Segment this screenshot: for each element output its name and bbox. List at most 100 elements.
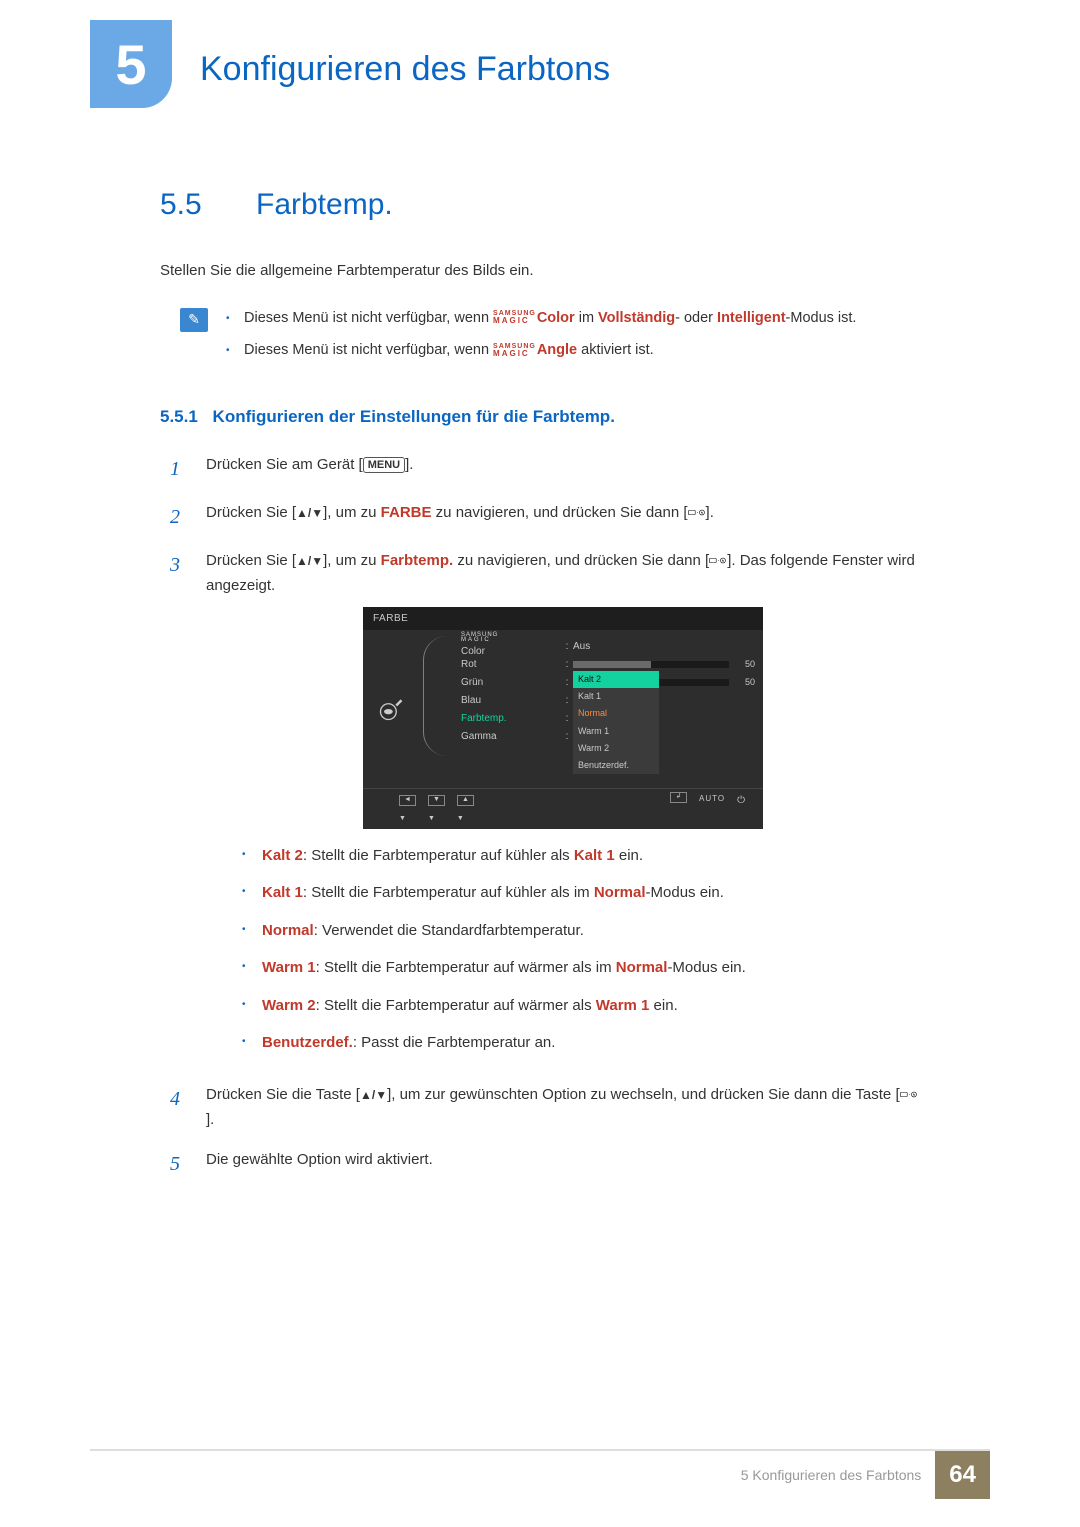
text: : Stellt die Farbtemperatur auf kühler a… <box>303 847 574 864</box>
intro-text: Stellen Sie die allgemeine Farbtemperatu… <box>160 258 920 284</box>
text: Farbtemp. <box>461 710 561 727</box>
step-4: 4 Drücken Sie die Taste [▲/▼], um zur ge… <box>170 1082 920 1133</box>
text: Dieses Menü ist nicht verfügbar, wenn <box>244 310 493 326</box>
subsection-title: Konfigurieren der Einstellungen für die … <box>213 407 615 426</box>
term: Kalt 2 <box>262 847 303 864</box>
mode-word: Vollständig <box>598 310 675 326</box>
text: Grün <box>461 674 561 691</box>
step-number: 3 <box>170 548 188 1068</box>
step-number: 1 <box>170 452 188 486</box>
chapter-number-tab: 5 <box>90 20 172 108</box>
osd-dropdown-item: Benutzerdef. <box>573 757 659 774</box>
osd-dropdown-item: Kalt 1 <box>573 688 659 705</box>
text: ein. <box>649 997 677 1014</box>
section-title: Farbtemp. <box>256 188 393 222</box>
osd-title: FARBE <box>363 607 763 630</box>
text: : Stellt die Farbtemperatur auf kühler a… <box>303 884 594 901</box>
up-down-arrows-icon: ▲/▼ <box>296 506 323 520</box>
osd-slider <box>573 661 729 668</box>
osd-value: 50 <box>735 675 755 690</box>
step-5: 5 Die gewählte Option wird aktiviert. <box>170 1147 920 1181</box>
osd-dropdown-item: Warm 2 <box>573 740 659 757</box>
menu-button-icon: MENU <box>363 457 405 473</box>
chapter-header: 5 Konfigurieren des Farbtons <box>90 20 990 108</box>
text: : Passt die Farbtemperatur an. <box>353 1034 556 1051</box>
osd-row-blue: Blau : Kalt 2 Kalt 1 Normal Warm 1 <box>461 692 763 710</box>
menu-target: FARBE <box>381 504 432 521</box>
explanation-item: Benutzerdef.: Passt die Farbtemperatur a… <box>242 1030 920 1056</box>
osd-value: 50 <box>735 657 755 672</box>
text: -Modus ein. <box>646 884 724 901</box>
text: ein. <box>615 847 643 864</box>
osd-nav-down-icon: ▼ <box>428 795 445 806</box>
up-down-arrows-icon: ▲/▼ <box>360 1088 387 1102</box>
text: zu navigieren, und drücken Sie dann [ <box>432 504 688 521</box>
section-heading: 5.5 Farbtemp. <box>160 188 920 222</box>
explanation-item: Kalt 1: Stellt die Farbtemperatur auf kü… <box>242 880 920 906</box>
text: MAGIC <box>461 638 561 643</box>
step-2: 2 Drücken Sie [▲/▼], um zu FARBE zu navi… <box>170 500 920 534</box>
osd-nav-bar: ◄ ▼ ▲ ↲ AUTO ⏻ <box>363 788 763 811</box>
text: ], um zu <box>323 504 381 521</box>
osd-nav-left-icon: ◄ <box>399 795 416 806</box>
subsection-number: 5.5.1 <box>160 407 198 426</box>
page-footer: 5 Konfigurieren des Farbtons 64 <box>90 1449 990 1499</box>
text: ], um zur gewünschten Option zu wechseln… <box>387 1086 900 1103</box>
step-3: 3 Drücken Sie [▲/▼], um zu Farbtemp. zu … <box>170 548 920 1068</box>
osd-dropdown-item: Warm 1 <box>573 723 659 740</box>
text: : Stellt die Farbtemperatur auf wärmer a… <box>316 959 616 976</box>
term: Warm 1 <box>262 959 316 976</box>
step-1: 1 Drücken Sie am Gerät [MENU]. <box>170 452 920 486</box>
text: Rot <box>461 656 561 673</box>
menu-target: Farbtemp. <box>381 552 454 569</box>
text: : Stellt die Farbtemperatur auf wärmer a… <box>316 997 596 1014</box>
text: : Verwendet die Standardfarbtemperatur. <box>314 922 584 939</box>
text: Drücken Sie am Gerät [ <box>206 456 363 473</box>
text: Drücken Sie die Taste [ <box>206 1086 360 1103</box>
osd-nav-auto: AUTO <box>699 792 725 809</box>
note-icon <box>180 308 208 332</box>
osd-dropdown: Kalt 2 Kalt 1 Normal Warm 1 Warm 2 Benut… <box>573 671 659 775</box>
term: Kalt 1 <box>262 884 303 901</box>
text: zu navigieren, und drücken Sie dann [ <box>453 552 709 569</box>
osd-nav-power-icon: ⏻ <box>737 792 745 809</box>
step-number: 4 <box>170 1082 188 1133</box>
term: Normal <box>262 922 314 939</box>
osd-dropdown-item: Kalt 2 <box>573 671 659 688</box>
ref: Normal <box>616 959 668 976</box>
brand-word: Color <box>537 310 575 326</box>
step-number: 2 <box>170 500 188 534</box>
info-note-box: Dieses Menü ist nicht verfügbar, wenn SA… <box>160 302 920 389</box>
subsection-heading: 5.5.1 Konfigurieren der Einstellungen fü… <box>160 403 920 432</box>
text: -Modus ein. <box>667 959 745 976</box>
ref: Warm 1 <box>596 997 650 1014</box>
footer-chapter: 5 Konfigurieren des Farbtons <box>741 1455 936 1495</box>
text: Die gewählte Option wird aktiviert. <box>206 1147 920 1181</box>
osd-row-magic-color: SAMSUNGMAGIC Color : Aus <box>461 638 763 656</box>
text: Dieses Menü ist nicht verfügbar, wenn <box>244 342 493 358</box>
text: Drücken Sie [ <box>206 504 296 521</box>
text: Blau <box>461 692 561 709</box>
osd-category-icon <box>371 638 411 780</box>
note-item: Dieses Menü ist nicht verfügbar, wenn SA… <box>226 306 920 331</box>
samsung-magic-logo: SAMSUNGMAGIC <box>493 310 537 325</box>
term: Warm 2 <box>262 997 316 1014</box>
text: -Modus ist. <box>786 310 857 326</box>
explanation-item: Warm 2: Stellt die Farbtemperatur auf wä… <box>242 993 920 1019</box>
term: Benutzerdef. <box>262 1034 353 1051</box>
explanation-item: Kalt 2: Stellt die Farbtemperatur auf kü… <box>242 843 920 869</box>
source-enter-icon <box>900 1088 918 1101</box>
osd-dropdown-item: Normal <box>573 705 659 722</box>
text: ]. <box>706 504 714 521</box>
explanation-item: Normal: Verwendet die Standardfarbtemper… <box>242 918 920 944</box>
text: Gamma <box>461 728 561 745</box>
step-number: 5 <box>170 1147 188 1181</box>
text: Drücken Sie [ <box>206 552 296 569</box>
up-down-arrows-icon: ▲/▼ <box>296 554 323 568</box>
footer-page-number: 64 <box>935 1451 990 1499</box>
ref: Normal <box>594 884 646 901</box>
source-enter-icon <box>709 554 727 567</box>
osd-nav-up-icon: ▲ <box>457 795 474 806</box>
samsung-magic-logo: SAMSUNGMAGIC <box>493 343 537 358</box>
osd-nav-enter-icon: ↲ <box>670 792 687 803</box>
